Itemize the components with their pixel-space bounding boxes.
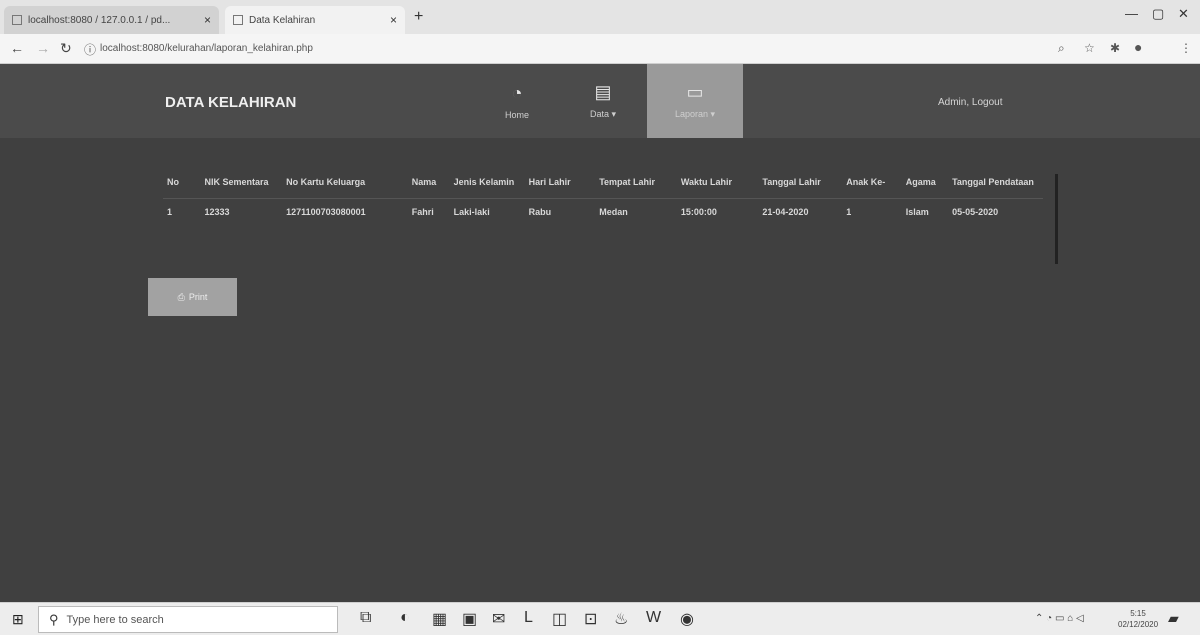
- nav-laporan[interactable]: ▭ Laporan ▾: [647, 64, 743, 138]
- system-tray-icons[interactable]: ⌃ ◔ ▭ ⌂ ◁: [1035, 613, 1084, 624]
- new-tab-icon[interactable]: +: [414, 8, 423, 26]
- maximize-icon[interactable]: ▢: [1152, 6, 1164, 22]
- tab-title: localhost:8080 / 127.0.0.1 / pd...: [28, 14, 171, 26]
- table-cell: 21-04-2020: [762, 207, 809, 217]
- taskbar-clock[interactable]: 5:15 02/12/2020: [1118, 608, 1158, 630]
- nav-data[interactable]: ▤ Data ▾: [578, 64, 628, 138]
- table-cell: Fahri: [411, 207, 434, 217]
- reload-icon[interactable]: ↻: [60, 40, 72, 57]
- chrome-icon[interactable]: ◉: [680, 609, 694, 629]
- bookmark-star-icon[interactable]: ☆: [1084, 41, 1095, 55]
- back-icon[interactable]: ←: [10, 40, 24, 56]
- address-bar: ← → ↻ ⓘ localhost:8080/kelurahan/laporan…: [0, 34, 1200, 64]
- nav-home-label: Home: [504, 109, 529, 120]
- taskbar: ⊞ ⚲ Type here to search ⧉ ◐ ▦ ▣ ✉ L ◫ ⊡ …: [0, 602, 1200, 635]
- table-header-row: No NIK Sementara No Kartu Keluarga Nama …: [163, 174, 1043, 199]
- table-cell: 1: [167, 207, 173, 217]
- close-icon[interactable]: ×: [390, 13, 397, 27]
- printer-icon: ⎙: [177, 291, 185, 302]
- table-cell: 1: [846, 207, 852, 217]
- table-cell: 15:00:00: [680, 207, 717, 217]
- print-button[interactable]: ⎙ Print: [148, 278, 237, 316]
- table-row: 1 12333 1271100703080001 Fahri Laki-laki…: [163, 199, 1043, 226]
- print-button-label: Print: [188, 292, 208, 302]
- column-header: Tanggal Pendataan: [948, 174, 1043, 199]
- column-header: Nama: [407, 174, 450, 199]
- app-navbar: DATA KELAHIRAN ◔ Home ▤ Data ▾ ▭ Laporan…: [0, 64, 1200, 138]
- file-explorer-icon[interactable]: ▦: [432, 609, 447, 629]
- column-header: Jenis Kelamin: [449, 174, 525, 199]
- search-placeholder: Type here to search: [66, 613, 164, 626]
- notification-icon[interactable]: ▰: [1168, 610, 1179, 627]
- column-header: Tempat Lahir: [595, 174, 677, 199]
- column-header: Hari Lahir: [524, 174, 596, 199]
- laptop-icon: ▭: [686, 82, 704, 102]
- browser-tab-phpmyadmin[interactable]: localhost:8080 / 127.0.0.1 / pd... ×: [4, 6, 219, 34]
- app-l-icon[interactable]: L: [524, 609, 533, 627]
- table-cell: Medan: [599, 207, 628, 217]
- dashboard-icon: ◔: [511, 82, 523, 103]
- app-droplet-icon[interactable]: ♨: [614, 609, 628, 629]
- info-icon[interactable]: ⓘ: [84, 41, 96, 58]
- logout-link[interactable]: Admin, Logout: [938, 97, 1003, 108]
- nav-data-label: Data ▾: [589, 109, 617, 119]
- nav-home[interactable]: ◔ Home: [492, 64, 542, 138]
- birth-data-table: No NIK Sementara No Kartu Keluarga Nama …: [163, 174, 1043, 225]
- word-icon[interactable]: W: [646, 609, 661, 627]
- tab-favicon-icon: [12, 15, 22, 25]
- app-window-icon[interactable]: ⊡: [584, 609, 597, 629]
- table-cell: 1271100703080001: [286, 207, 366, 217]
- column-header: No Kartu Keluarga: [282, 174, 408, 199]
- column-header: Anak Ke-: [842, 174, 902, 199]
- url-field[interactable]: localhost:8080/kelurahan/laporan_kelahir…: [100, 43, 313, 54]
- zoom-icon[interactable]: ⌕: [1058, 41, 1065, 56]
- task-view-icon[interactable]: ⧉: [360, 609, 371, 627]
- window-close-icon[interactable]: ✕: [1178, 6, 1189, 22]
- clock-date: 02/12/2020: [1118, 620, 1159, 629]
- table-cell: 12333: [204, 207, 230, 217]
- search-icon: ⚲: [49, 611, 59, 627]
- mail-icon[interactable]: ✉: [492, 609, 505, 629]
- column-header: Tanggal Lahir: [758, 174, 843, 199]
- menu-icon[interactable]: ⋮: [1180, 41, 1192, 55]
- table-cell: Rabu: [528, 207, 552, 217]
- column-header: Waktu Lahir: [676, 174, 759, 199]
- minimize-icon[interactable]: —: [1125, 6, 1138, 21]
- clock-time: 5:15: [1130, 609, 1146, 618]
- taskbar-search-input[interactable]: ⚲ Type here to search: [38, 606, 338, 633]
- profile-icon[interactable]: ●: [1134, 39, 1142, 55]
- column-header: Agama: [901, 174, 949, 199]
- column-header: No: [163, 174, 201, 199]
- windows-start-icon[interactable]: ⊞: [12, 611, 24, 628]
- table-cell: 05-05-2020: [952, 207, 999, 217]
- extensions-icon[interactable]: ✱: [1110, 41, 1120, 55]
- forward-icon[interactable]: →: [36, 40, 50, 56]
- page-title: DATA KELAHIRAN: [165, 94, 297, 111]
- document-icon: ▤: [594, 82, 612, 102]
- page-content: DATA KELAHIRAN ◔ Home ▤ Data ▾ ▭ Laporan…: [0, 64, 1200, 602]
- close-icon[interactable]: ×: [204, 13, 211, 27]
- edge-icon[interactable]: ◐: [400, 609, 410, 627]
- tab-favicon-icon: [233, 15, 243, 25]
- browser-tab-bar: localhost:8080 / 127.0.0.1 / pd... × Dat…: [0, 0, 1200, 34]
- table-cell: Laki-laki: [453, 207, 490, 217]
- column-header: NIK Sementara: [200, 174, 283, 199]
- browser-tab-data-kelahiran[interactable]: Data Kelahiran ×: [225, 6, 405, 34]
- store-icon[interactable]: ▣: [462, 609, 477, 629]
- nav-laporan-label: Laporan ▾: [674, 109, 716, 119]
- birth-data-table-container: No NIK Sementara No Kartu Keluarga Nama …: [163, 174, 1058, 264]
- table-cell: Islam: [905, 207, 929, 217]
- tab-title: Data Kelahiran: [249, 14, 316, 26]
- app-shield-icon[interactable]: ◫: [552, 609, 567, 629]
